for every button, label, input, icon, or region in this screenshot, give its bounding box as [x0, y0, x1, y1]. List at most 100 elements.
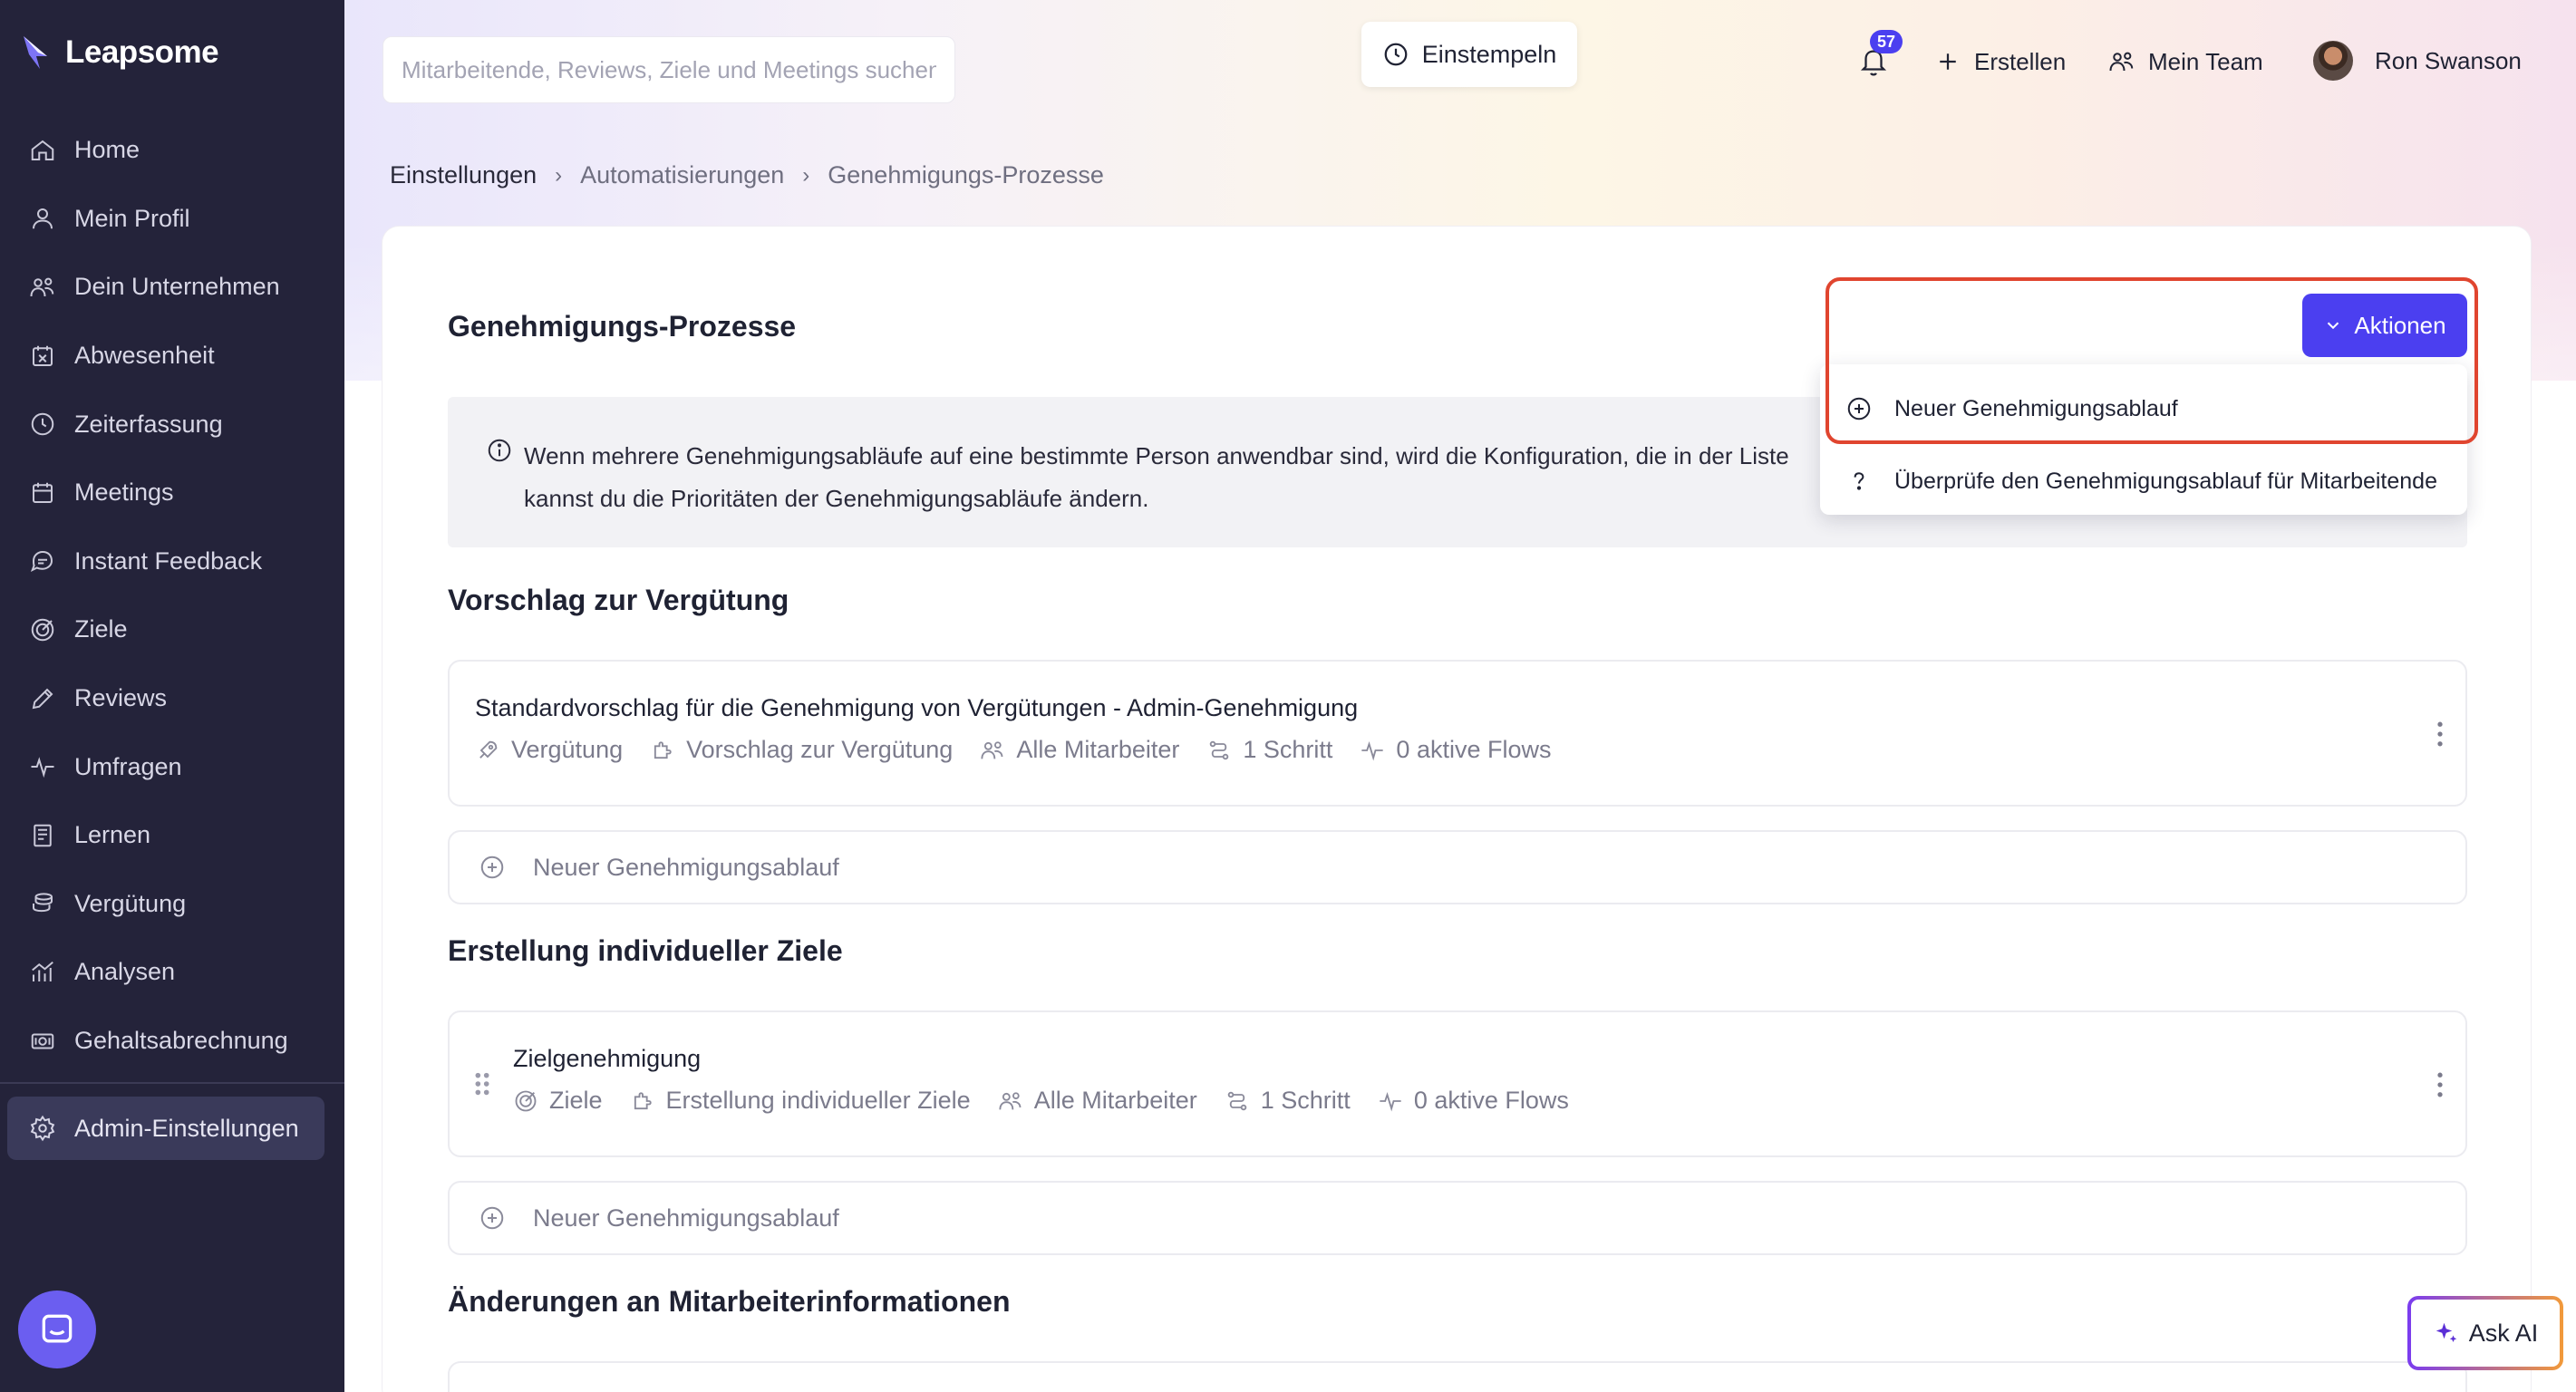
section-title-compensation-proposal: Vorschlag zur Vergütung [448, 584, 789, 616]
sidebar-item-meetings[interactable]: Meetings [0, 459, 344, 527]
chat-icon [30, 551, 53, 573]
money-icon [31, 1033, 54, 1049]
plus-circle-icon [1847, 397, 1871, 420]
sidebar-item-label: Lernen [74, 821, 151, 849]
clock-icon [1384, 43, 1408, 66]
meta-audience-label: Alle Mitarbeiter [1033, 1087, 1197, 1114]
meta-type: Erstellung individueller Ziele [630, 1087, 971, 1115]
flow-name: Zielgenehmigung [513, 1045, 702, 1072]
clock-in-button[interactable]: Einstempeln [1361, 22, 1577, 87]
user-icon [33, 208, 53, 229]
plus-circle-icon [480, 856, 504, 879]
search-input[interactable] [402, 55, 936, 84]
logo-text: Leapsome [65, 34, 219, 70]
plus-circle-icon [480, 1206, 504, 1230]
user-name[interactable]: Ron Swanson [2375, 47, 2522, 75]
support-chat-button[interactable] [18, 1290, 96, 1368]
approval-flow-card[interactable] [448, 1361, 2467, 1392]
create-button[interactable]: Erstellen [1934, 36, 2066, 87]
meta-module-label: Ziele [549, 1087, 603, 1114]
page-title: Genehmigungs-Prozesse [448, 310, 797, 343]
sidebar-item-home[interactable]: Home [0, 116, 344, 185]
new-approval-flow-label: Neuer Genehmigungsablauf [533, 1204, 839, 1232]
sidebar-item-label: Dein Unternehmen [74, 273, 280, 301]
logo[interactable]: Leapsome [20, 33, 219, 72]
meta-active-flows-label: 0 aktive Flows [1413, 1087, 1569, 1114]
sidebar-item-label: Analysen [74, 958, 176, 986]
avatar[interactable] [2313, 41, 2353, 81]
menu-item-new-approval-flow[interactable]: Neuer Genehmigungsablauf [1820, 373, 2467, 444]
sidebar-item-label: Umfragen [74, 752, 182, 780]
sidebar-item-time-tracking[interactable]: Zeiterfassung [0, 390, 344, 459]
pencil-icon [32, 688, 53, 709]
rocket-icon [479, 740, 498, 759]
people-icon [981, 740, 1003, 759]
sidebar-item-instant-feedback[interactable]: Instant Feedback [0, 527, 344, 596]
meta-active-flows-label: 0 aktive Flows [1396, 736, 1552, 763]
my-team-label: Mein Team [2148, 47, 2263, 75]
sidebar-item-company[interactable]: Dein Unternehmen [0, 253, 344, 322]
sidebar-item-payroll[interactable]: Gehaltsabrechnung [0, 1007, 344, 1076]
new-approval-flow-button[interactable]: Neuer Genehmigungsablauf [448, 1181, 2467, 1255]
puzzle-icon [634, 1091, 652, 1109]
sidebar-item-label: Gehaltsabrechnung [74, 1027, 288, 1055]
meta-active-flows: 0 aktive Flows [1378, 1087, 1569, 1115]
flow-meta: Ziele Erstellung individueller Ziele All… [513, 1087, 1596, 1115]
sidebar-item-compensation[interactable]: Vergütung [0, 870, 344, 939]
sidebar: Leapsome Home Mein Profil Dein Unternehm… [0, 0, 344, 1392]
flow-name: Standardvorschlag für die Genehmigung vo… [475, 694, 1359, 721]
drag-handle-icon[interactable] [473, 1070, 491, 1097]
sidebar-item-learning[interactable]: Lernen [0, 801, 344, 870]
menu-item-check-approval-flow[interactable]: Überprüfe den Genehmigungsablauf für Mit… [1820, 446, 2467, 517]
people-icon [30, 277, 54, 297]
meta-audience: Alle Mitarbeiter [998, 1087, 1197, 1115]
menu-item-label: Neuer Genehmigungsablauf [1894, 395, 2178, 421]
my-team-button[interactable]: Mein Team [2108, 36, 2263, 87]
sidebar-item-admin-settings[interactable]: Admin-Einstellungen [7, 1097, 324, 1160]
clock-icon [31, 412, 54, 436]
actions-button[interactable]: Aktionen [2302, 294, 2467, 357]
clock-in-label: Einstempeln [1421, 40, 1557, 68]
home-icon [31, 140, 54, 160]
sidebar-item-label: Meetings [74, 478, 174, 507]
new-approval-flow-button[interactable]: Neuer Genehmigungsablauf [448, 830, 2467, 904]
calendar-x-icon [33, 345, 53, 366]
sidebar-item-label: Ziele [74, 615, 128, 643]
sidebar-item-profile[interactable]: Mein Profil [0, 185, 344, 254]
create-label: Erstellen [1974, 47, 2067, 75]
global-search[interactable] [383, 36, 955, 103]
meta-steps: 1 Schritt [1206, 736, 1332, 764]
sidebar-item-absence[interactable]: Abwesenheit [0, 322, 344, 391]
chat-widget-icon [42, 1314, 73, 1343]
chevron-right-icon: › [802, 162, 810, 188]
actions-dropdown-menu: Neuer Genehmigungsablauf Überprüfe den G… [1820, 364, 2467, 515]
pulse-icon [1380, 1091, 1401, 1111]
meta-active-flows: 0 aktive Flows [1360, 736, 1551, 764]
section-title-individual-goals: Erstellung individueller Ziele [448, 934, 843, 967]
meta-steps-label: 1 Schritt [1260, 1087, 1351, 1114]
sidebar-item-analytics[interactable]: Analysen [0, 938, 344, 1007]
ask-ai-button[interactable]: Ask AI [2407, 1296, 2563, 1370]
approval-flow-card[interactable]: Zielgenehmigung Ziele Erstellung individ… [448, 1010, 2467, 1157]
meta-steps: 1 Schritt [1225, 1087, 1351, 1115]
breadcrumb-automations[interactable]: Automatisierungen [580, 161, 784, 189]
info-text-line-1: Wenn mehrere Genehmigungsabläufe auf ein… [524, 442, 1789, 469]
sidebar-item-reviews[interactable]: Reviews [0, 664, 344, 733]
more-vertical-icon[interactable] [2431, 1068, 2449, 1101]
meta-type-label: Vorschlag zur Vergütung [686, 736, 954, 763]
more-vertical-icon[interactable] [2431, 718, 2449, 750]
breadcrumb-settings[interactable]: Einstellungen [390, 161, 537, 189]
new-approval-flow-label: Neuer Genehmigungsablauf [533, 853, 839, 881]
target-icon [515, 1090, 537, 1111]
sidebar-nav: Home Mein Profil Dein Unternehmen Abwese… [0, 116, 344, 1075]
sidebar-item-label: Admin-Einstellungen [74, 1114, 299, 1142]
sidebar-item-surveys[interactable]: Umfragen [0, 732, 344, 801]
meta-module-label: Vergütung [511, 736, 624, 763]
sidebar-item-goals[interactable]: Ziele [0, 595, 344, 664]
steps-icon [1227, 1091, 1247, 1110]
sidebar-item-label: Zeiterfassung [74, 410, 223, 438]
approval-flow-card[interactable]: Standardvorschlag für die Genehmigung vo… [448, 660, 2467, 807]
meta-audience: Alle Mitarbeiter [980, 736, 1179, 764]
sidebar-item-label: Instant Feedback [74, 546, 263, 575]
sparkles-icon [2436, 1322, 2456, 1342]
